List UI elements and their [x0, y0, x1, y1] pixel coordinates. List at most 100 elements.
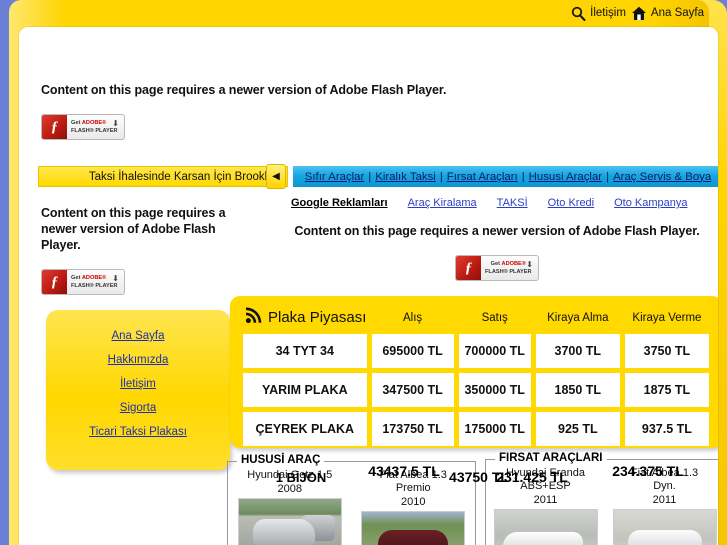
cell-plate-name: YARIM PLAKA: [243, 373, 367, 407]
column-header-kiraya-verme: Kiraya Verme: [632, 311, 702, 324]
home-icon: [631, 6, 647, 21]
nav-item-sifir-araclar[interactable]: Sıfır Araçlar: [305, 171, 365, 183]
flash-badge-line1-left: Get ADOBE®: [71, 275, 107, 281]
download-arrow-icon: ⬇: [112, 119, 119, 128]
flash-block-left: Content on this page requires a newer ve…: [41, 205, 241, 295]
overlay-price-43437: 43437.5 TL: [368, 463, 440, 479]
column-header-kiraya-alma: Kiraya Alma: [547, 311, 609, 324]
flash-block-top: Content on this page requires a newer ve…: [41, 82, 446, 140]
column-header-satis: Satış: [481, 311, 508, 324]
flash-icon: ƒ: [42, 115, 67, 139]
sidebar-item-hakkimizda[interactable]: Hakkımızda: [108, 354, 169, 366]
sidebar-item-ana-sayfa[interactable]: Ana Sayfa: [111, 330, 164, 342]
page-root: İletişim Ana Sayfa Content on this page …: [0, 0, 727, 545]
car-photo[interactable]: [612, 509, 717, 545]
ad-link-oto-kredi[interactable]: Oto Kredi: [548, 197, 594, 209]
flash-badge-center-wrap: ƒ Get ADOBE® FLASH® PLAYER ⬇: [277, 255, 717, 281]
get-flash-player-button-left[interactable]: ƒ Get ADOBE® FLASH® PLAYER ⬇: [41, 269, 125, 295]
cell-kiraya-alma: 1850 TL: [535, 373, 620, 407]
cell-alis: 347500 TL: [371, 373, 454, 407]
content-sheet: Content on this page requires a newer ve…: [19, 27, 718, 545]
news-ticker: Taksi İhalesinde Karsan İçin Brookl: [38, 166, 288, 187]
cell-satis: 700000 TL: [458, 334, 531, 368]
top-bar: İletişim Ana Sayfa: [9, 0, 718, 26]
column-header-alis: Alış: [403, 311, 423, 324]
nav-separator: |: [606, 170, 610, 183]
download-arrow-icon: ⬇: [112, 274, 119, 283]
flash-badge-line2-center: FLASH® PLAYER: [485, 269, 532, 275]
plaka-table-title-cell: Plaka Piyasası: [243, 307, 367, 329]
cell-plate-name: ÇEYREK PLAKA: [243, 412, 367, 446]
table-header-row: Plaka Piyasası Alış Satış Kiraya Alma Ki…: [243, 307, 709, 329]
car-trim: Dyn.: [653, 480, 676, 492]
ticker-text: Taksi İhalesinde Karsan İçin Brookl: [88, 170, 268, 183]
ad-link-taksi[interactable]: TAKSİ: [497, 197, 528, 209]
table-row: YARIM PLAKA 347500 TL 350000 TL 1850 TL …: [243, 373, 709, 407]
flash-badge-text-center: Get ADOBE® FLASH® PLAYER: [481, 260, 532, 276]
nav-item-kiralik-taksi[interactable]: Kiralık Taksi: [375, 171, 436, 183]
topbar-item-iletisim[interactable]: İletişim: [571, 6, 626, 21]
cell-alis: 173750 TL: [371, 412, 454, 446]
flash-icon: ƒ: [456, 256, 481, 280]
overlay-price-234375: 234.375 TL: [612, 463, 684, 479]
car-year: 2011: [652, 494, 677, 506]
topbar-item-ana-sayfa[interactable]: Ana Sayfa: [631, 6, 704, 21]
get-flash-player-button-center[interactable]: ƒ Get ADOBE® FLASH® PLAYER ⬇: [455, 255, 539, 281]
flash-message-center: Content on this page requires a newer ve…: [294, 224, 700, 238]
flash-badge-text-left: Get ADOBE® FLASH® PLAYER: [67, 274, 118, 290]
table-row: ÇEYREK PLAKA 173750 TL 175000 TL 925 TL …: [243, 412, 709, 446]
flash-badge-line1-top: Get ADOBE®: [71, 120, 107, 126]
plaka-piyasasi-table: Plaka Piyasası Alış Satış Kiraya Alma Ki…: [238, 302, 714, 451]
car-photo[interactable]: [493, 509, 598, 545]
car-year: 2011: [533, 494, 558, 506]
ticker-prev-button[interactable]: ◀: [266, 164, 286, 189]
firsat-araclari-legend: FIRSAT ARAÇLARI: [495, 452, 607, 464]
car-year: 2010: [401, 496, 426, 508]
nav-item-firsat-araclari[interactable]: Fırsat Araçları: [447, 171, 518, 183]
sidebar-item-ticari-taksi-plakasi[interactable]: Ticari Taksi Plakası: [89, 426, 187, 438]
car-photo[interactable]: [361, 511, 466, 545]
ad-link-arac-kiralama[interactable]: Araç Kiralama: [408, 197, 477, 209]
google-ads-row: Google Reklamları Araç Kiralama TAKSİ Ot…: [291, 195, 711, 211]
ad-link-oto-kampanya[interactable]: Oto Kampanya: [614, 197, 687, 209]
nav-separator: |: [368, 170, 372, 183]
nav-item-hususi-araclar[interactable]: Hususi Araçlar: [529, 171, 602, 183]
rss-icon: [245, 307, 262, 328]
overlay-price-231425: 231.425 TL: [496, 469, 568, 485]
cell-kiraya-verme: 937.5 TL: [624, 412, 709, 446]
flash-message-top: Content on this page requires a newer ve…: [41, 83, 447, 97]
google-ads-label: Google Reklamları: [291, 197, 388, 209]
flash-badge-line1-center: Get ADOBE®: [490, 261, 526, 267]
cell-alis: 695000 TL: [371, 334, 454, 368]
sidebar-menu: Ana Sayfa Hakkımızda İletişim Sigorta Ti…: [46, 310, 230, 470]
nav-separator: |: [521, 170, 525, 183]
cell-satis: 175000 TL: [458, 412, 531, 446]
search-icon: [571, 6, 586, 21]
nav-item-arac-servis-boya[interactable]: Araç Servis & Boya: [613, 171, 711, 183]
cell-kiraya-verme: 3750 TL: [624, 334, 709, 368]
cell-satis: 350000 TL: [458, 373, 531, 407]
topbar-label-ana-sayfa: Ana Sayfa: [650, 7, 704, 19]
get-flash-player-button-top[interactable]: ƒ Get ADOBE® FLASH® PLAYER ⬇: [41, 114, 125, 140]
cell-plate-name: 34 TYT 34: [243, 334, 367, 368]
plaka-table-title: Plaka Piyasası: [268, 309, 367, 326]
car-photo[interactable]: [237, 498, 342, 545]
sidebar-item-iletisim[interactable]: İletişim: [120, 378, 156, 390]
ticker-prev-arrow-icon: ◀: [272, 171, 280, 182]
flash-badge-line2-left: FLASH® PLAYER: [71, 283, 118, 289]
main-nav-bar: Sıfır Araçlar | Kiralık Taksi | Fırsat A…: [293, 166, 718, 187]
flash-badge-left-wrap: ƒ Get ADOBE® FLASH® PLAYER ⬇: [41, 269, 241, 295]
flash-icon: ƒ: [42, 270, 67, 294]
flash-badge-line2-top: FLASH® PLAYER: [71, 128, 118, 134]
flash-block-center: Content on this page requires a newer ve…: [277, 223, 717, 281]
plaka-piyasasi-panel: Plaka Piyasası Alış Satış Kiraya Alma Ki…: [230, 296, 718, 448]
cell-kiraya-alma: 925 TL: [535, 412, 620, 446]
flash-message-left: Content on this page requires a newer ve…: [41, 206, 226, 252]
nav-separator: |: [439, 170, 443, 183]
cell-kiraya-verme: 1875 TL: [624, 373, 709, 407]
sidebar-item-sigorta[interactable]: Sigorta: [120, 402, 156, 414]
cell-kiraya-alma: 3700 TL: [535, 334, 620, 368]
flash-badge-top-wrap: ƒ Get ADOBE® FLASH® PLAYER ⬇: [41, 114, 446, 140]
flash-badge-text-top: Get ADOBE® FLASH® PLAYER: [67, 119, 118, 135]
hususi-arac-legend: HUSUSİ ARAÇ: [237, 454, 325, 466]
